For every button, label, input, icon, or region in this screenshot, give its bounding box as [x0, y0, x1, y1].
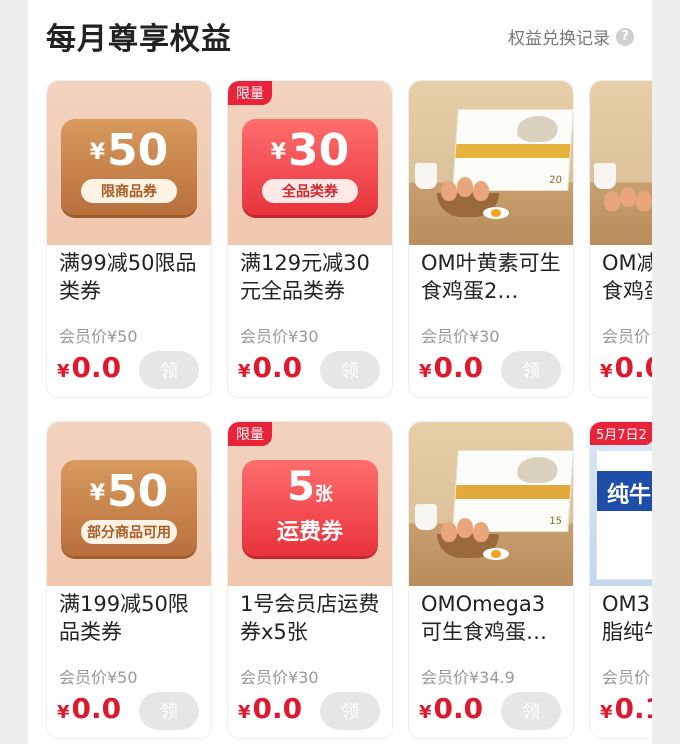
sale-price: ¥0.0: [600, 351, 652, 384]
freight-unit: 张: [314, 484, 333, 505]
claim-button[interactable]: 领: [501, 692, 561, 730]
product-name: OM3 脂纯牛: [602, 592, 652, 644]
claim-button[interactable]: 领: [139, 351, 199, 389]
coupon-ticket: ¥30 全品类券: [242, 119, 378, 215]
member-price: 会员价: [602, 668, 651, 687]
coupon-type-label: 部分商品可用: [81, 520, 177, 544]
coupon-amount: 30: [288, 125, 350, 176]
benefit-card[interactable]: 15 OMOmega3可生食鸡蛋… 会员价¥34.9 ¥0.0 领: [408, 421, 574, 739]
coupon-type-label: 限商品券: [81, 179, 177, 203]
member-price: 会员价¥34.9: [421, 668, 515, 687]
freight-coupon-ticket: 5张 运费券: [242, 460, 378, 556]
redemption-history-label: 权益兑换记录: [508, 29, 610, 49]
limited-badge: 限量: [228, 422, 272, 446]
benefit-card[interactable]: ¥50 限商品券 满99减50限品类券 会员价¥50 ¥0.0 领: [46, 80, 212, 398]
product-name: 满199减50限品类券: [59, 592, 189, 644]
freight-count: 5: [287, 464, 315, 510]
product-name: 满129元减30元全品类券: [240, 251, 370, 303]
sale-price: ¥0.0: [57, 692, 122, 725]
coupon-ticket: ¥50 部分商品可用: [61, 460, 197, 556]
claim-button[interactable]: 领: [320, 692, 380, 730]
coupon-currency: ¥: [270, 140, 287, 165]
coupon-image: ¥50 部分商品可用: [47, 422, 211, 586]
product-image: 纯牛: [590, 422, 652, 586]
benefit-card[interactable]: ¥50 部分商品可用 满199减50限品类券 会员价¥50 ¥0.0 领: [46, 421, 212, 739]
product-name: 1号会员店运费券x5张: [240, 592, 380, 644]
milk-carton-graphic: 纯牛: [596, 450, 652, 580]
sale-price: ¥0.0: [57, 351, 122, 384]
redemption-history-link[interactable]: 权益兑换记录 ?: [508, 24, 634, 49]
sale-price: ¥0.0: [419, 351, 484, 384]
milk-jug-graphic: [594, 163, 616, 189]
coupon-amount: 50: [107, 125, 169, 176]
coupon-image: ¥50 限商品券: [47, 81, 211, 245]
member-price: 会员价¥50: [59, 327, 138, 346]
milk-jug-graphic: [415, 504, 437, 530]
product-image: 20: [409, 81, 573, 245]
page-title: 每月尊享权益: [46, 22, 232, 57]
member-price: 会员价¥50: [59, 668, 138, 687]
product-image: 15: [409, 422, 573, 586]
member-price: 会员价¥30: [240, 668, 319, 687]
product-name: 满99减50限品类券: [59, 251, 197, 303]
member-price: 会员价¥30: [240, 327, 319, 346]
benefit-card[interactable]: 限量 ¥30 全品类券 满129元减30元全品类券 会员价¥30 ¥0.0 领: [227, 80, 393, 398]
sale-price: ¥0.0: [238, 351, 303, 384]
coupon-currency: ¥: [89, 140, 106, 165]
member-price: 会员价¥30: [421, 327, 500, 346]
benefits-panel: 每月尊享权益 权益兑换记录 ? ¥50 限商品券 满99减50限品类券 会员价¥…: [28, 0, 652, 744]
date-badge: 5月7日2: [590, 422, 652, 445]
product-name: OM减 食鸡蛋: [602, 251, 652, 303]
coupon-image: 5张 运费券: [228, 422, 392, 586]
freight-label: 运费券: [276, 520, 343, 545]
benefit-card[interactable]: 5月7日2 纯牛 OM3 脂纯牛 会员价 ¥0.1: [589, 421, 652, 739]
coupon-type-label: 全品类券: [262, 179, 358, 203]
benefit-card[interactable]: 限量 5张 运费券 1号会员店运费券x5张 会员价¥30 ¥0.0 领: [227, 421, 393, 739]
sale-price: ¥0.1: [600, 692, 652, 725]
sale-price: ¥0.0: [419, 692, 484, 725]
coupon-amount: 50: [107, 466, 169, 517]
egg-yolk-graphic: [483, 548, 509, 560]
limited-badge: 限量: [228, 81, 272, 105]
product-name: OMOmega3可生食鸡蛋…: [421, 592, 547, 644]
question-circle-icon[interactable]: ?: [616, 27, 634, 46]
claim-button[interactable]: 领: [320, 351, 380, 389]
member-price: 会员价: [602, 327, 651, 346]
egg-yolk-graphic: [483, 207, 509, 219]
benefit-card[interactable]: 20 OM叶黄素可生食鸡蛋2… 会员价¥30 ¥0.0 领: [408, 80, 574, 398]
product-name: OM叶黄素可生食鸡蛋2…: [421, 251, 561, 303]
coupon-ticket: ¥50 限商品券: [61, 119, 197, 215]
benefit-card[interactable]: OM减 食鸡蛋 会员价 ¥0.0: [589, 80, 652, 398]
sale-price: ¥0.0: [238, 692, 303, 725]
coupon-image: ¥30 全品类券: [228, 81, 392, 245]
coupon-currency: ¥: [89, 481, 106, 506]
product-image: [590, 81, 652, 245]
claim-button[interactable]: 领: [139, 692, 199, 730]
claim-button[interactable]: 领: [501, 351, 561, 389]
milk-jug-graphic: [415, 163, 437, 189]
